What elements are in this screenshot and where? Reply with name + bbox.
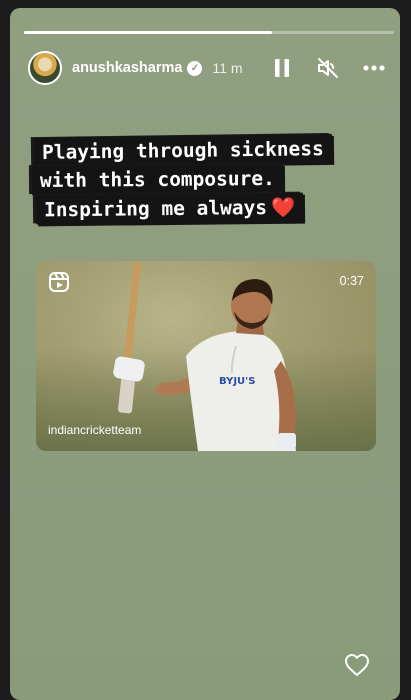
caption-line-3-text: Inspiring me always (43, 195, 268, 222)
like-heart-icon[interactable] (344, 652, 370, 678)
video-source-account[interactable]: indiancricketteam (48, 423, 141, 437)
svg-text:BYJU'S: BYJU'S (219, 376, 255, 387)
more-icon[interactable] (362, 56, 386, 80)
pause-icon[interactable] (270, 56, 294, 80)
story-controls (270, 56, 386, 80)
caption-line-1: Playing through sickness (33, 133, 332, 168)
story-viewer[interactable]: anushkasharma ✓ 11 m Playing through sic… (10, 8, 400, 700)
story-progress-bar (24, 31, 394, 34)
avatar[interactable] (28, 51, 62, 85)
muted-icon[interactable] (316, 56, 340, 80)
caption-line-2: with this composure. (31, 163, 283, 196)
heart-emoji: ❤️ (270, 195, 296, 219)
video-duration: 0:37 (339, 274, 364, 288)
story-caption: Playing through sickness with this compo… (31, 133, 392, 225)
username[interactable]: anushkasharma (72, 60, 182, 76)
verified-badge-icon: ✓ (187, 60, 203, 76)
timestamp: 11 m (212, 60, 243, 76)
story-header: anushkasharma ✓ 11 m (28, 48, 386, 88)
shared-reel-video[interactable]: BYJU'S 0:37 indiancricketteam (36, 261, 376, 451)
story-progress-fill (24, 31, 272, 34)
caption-line-3: Inspiring me always ❤️ (35, 192, 304, 225)
reels-icon (49, 272, 69, 292)
